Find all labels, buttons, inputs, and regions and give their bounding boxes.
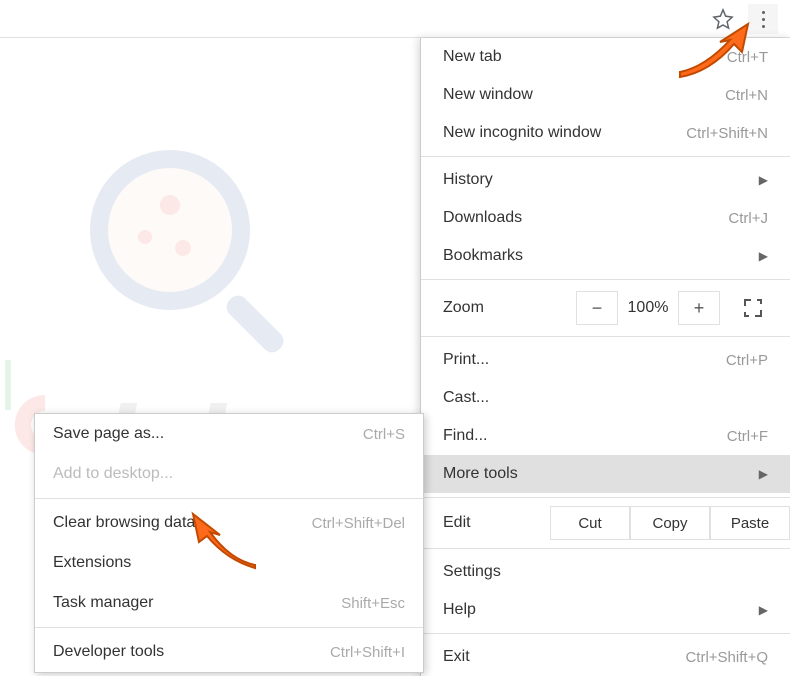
menu-shortcut: Ctrl+J [728,210,768,227]
menu-label: Cast... [443,389,489,407]
submenu-shortcut: Shift+Esc [341,595,405,612]
submenu-label: Add to desktop... [53,465,173,483]
menu-bookmarks[interactable]: Bookmarks ▶ [421,237,790,275]
submenu-extensions[interactable]: Extensions [35,543,423,583]
menu-label: Print... [443,351,489,369]
main-menu: New tab Ctrl+T New window Ctrl+N New inc… [420,38,790,676]
zoom-in-button[interactable]: + [678,291,720,325]
menu-label: New tab [443,48,502,66]
menu-separator [421,279,790,280]
submenu-clear-browsing-data[interactable]: Clear browsing data... Ctrl+Shift+Del [35,503,423,543]
menu-separator [421,548,790,549]
menu-label: Exit [443,648,470,666]
submenu-arrow-icon: ▶ [756,467,768,481]
submenu-developer-tools[interactable]: Developer tools Ctrl+Shift+I [35,632,423,672]
menu-separator [421,633,790,634]
menu-help[interactable]: Help ▶ [421,591,790,629]
submenu-arrow-icon: ▶ [756,603,768,617]
menu-label: Downloads [443,209,522,227]
more-tools-submenu: Save page as... Ctrl+S Add to desktop...… [34,413,424,673]
menu-label: History [443,171,493,189]
menu-shortcut: Ctrl+F [727,428,768,445]
menu-shortcut: Ctrl+P [726,352,768,369]
cut-button[interactable]: Cut [550,506,630,540]
browser-toolbar [0,0,790,38]
zoom-value: 100% [618,299,678,317]
menu-label: New incognito window [443,124,601,142]
submenu-shortcut: Ctrl+S [363,426,405,443]
submenu-task-manager[interactable]: Task manager Shift+Esc [35,583,423,623]
fullscreen-button[interactable] [728,291,778,325]
menu-find[interactable]: Find... Ctrl+F [421,417,790,455]
submenu-arrow-icon: ▶ [756,173,768,187]
main-menu-button[interactable] [748,4,778,34]
menu-new-window[interactable]: New window Ctrl+N [421,76,790,114]
menu-settings[interactable]: Settings [421,553,790,591]
zoom-label: Zoom [443,299,576,317]
bookmark-star-icon[interactable] [712,8,734,30]
submenu-shortcut: Ctrl+Shift+Del [312,515,405,532]
menu-print[interactable]: Print... Ctrl+P [421,341,790,379]
menu-new-tab[interactable]: New tab Ctrl+T [421,38,790,76]
submenu-arrow-icon: ▶ [756,249,768,263]
menu-new-incognito[interactable]: New incognito window Ctrl+Shift+N [421,114,790,152]
menu-label: More tools [443,465,518,483]
menu-separator [35,627,423,628]
paste-button[interactable]: Paste [710,506,790,540]
menu-label: Find... [443,427,487,445]
menu-separator [35,498,423,499]
menu-zoom-row: Zoom − 100% + [421,284,790,332]
submenu-label: Save page as... [53,425,164,443]
menu-shortcut: Ctrl+Shift+Q [685,649,768,666]
submenu-add-desktop: Add to desktop... [35,454,423,494]
menu-label: Help [443,601,476,619]
menu-separator [421,336,790,337]
menu-downloads[interactable]: Downloads Ctrl+J [421,199,790,237]
menu-edit-row: Edit Cut Copy Paste [421,502,790,544]
submenu-save-page[interactable]: Save page as... Ctrl+S [35,414,423,454]
menu-more-tools[interactable]: More tools ▶ [421,455,790,493]
submenu-label: Clear browsing data... [53,514,209,532]
menu-history[interactable]: History ▶ [421,161,790,199]
submenu-label: Developer tools [53,643,164,661]
menu-separator [421,497,790,498]
edit-label: Edit [443,514,550,532]
menu-separator [421,156,790,157]
menu-label: Settings [443,563,501,581]
menu-shortcut: Ctrl+Shift+N [686,125,768,142]
copy-button[interactable]: Copy [630,506,710,540]
submenu-label: Extensions [53,554,131,572]
menu-label: New window [443,86,533,104]
zoom-out-button[interactable]: − [576,291,618,325]
menu-shortcut: Ctrl+N [725,87,768,104]
menu-cast[interactable]: Cast... [421,379,790,417]
menu-shortcut: Ctrl+T [727,49,768,66]
submenu-label: Task manager [53,594,154,612]
submenu-shortcut: Ctrl+Shift+I [330,644,405,661]
menu-label: Bookmarks [443,247,523,265]
